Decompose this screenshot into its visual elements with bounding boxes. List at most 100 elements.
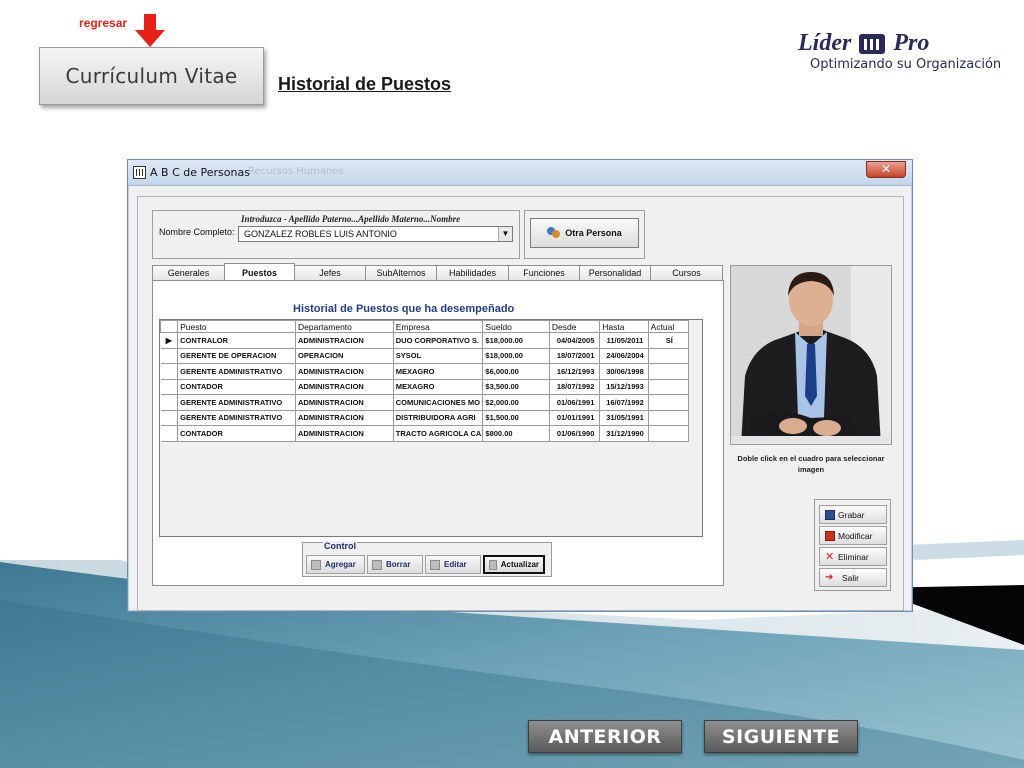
column-header-hasta[interactable]: Hasta (599, 320, 649, 333)
table-row[interactable]: GERENTE ADMINISTRATIVO ADMINISTRACION DIST… (160, 409, 690, 426)
column-header-puesto[interactable]: Puesto (177, 320, 297, 333)
table-cell[interactable]: CONTRALOR (177, 332, 297, 349)
down-arrow-icon[interactable] (134, 14, 166, 48)
tab-habilidades[interactable]: Habilidades (436, 265, 509, 281)
row-indicator[interactable] (160, 394, 179, 411)
dropdown-arrow-icon[interactable]: ▼ (498, 227, 512, 241)
table-cell[interactable]: $800.00 (482, 425, 550, 442)
table-cell[interactable]: 31/05/1991 (599, 409, 649, 426)
table-cell[interactable]: DUO CORPORATIVO S. (392, 332, 484, 349)
eliminar-button[interactable]: ✕ Eliminar (819, 547, 887, 566)
table-cell[interactable]: ADMINISTRACION (295, 378, 394, 395)
column-header-departamento[interactable]: Departamento (295, 320, 394, 333)
table-cell[interactable]: 01/01/1991 (548, 409, 601, 426)
grabar-button[interactable]: Grabar (819, 505, 887, 524)
table-cell[interactable]: GERENTE DE OPERACION (177, 347, 297, 364)
table-cell[interactable]: MEXAGRO (392, 378, 484, 395)
table-cell[interactable]: ADMINISTRACION (295, 409, 394, 426)
column-header-actual[interactable]: Actual (647, 320, 690, 333)
row-indicator[interactable] (160, 425, 179, 442)
table-cell[interactable]: GERENTE ADMINISTRATIVO (177, 394, 297, 411)
table-row[interactable]: GERENTE ADMINISTRATIVO ADMINISTRACION MEXA… (160, 363, 690, 380)
table-cell[interactable]: TRACTO AGRICOLA CA (392, 425, 484, 442)
positions-grid[interactable]: Puesto Departamento Empresa Sueldo Desde… (159, 319, 703, 537)
table-cell[interactable]: ADMINISTRACION (295, 394, 394, 411)
table-cell[interactable]: CONTADOR (177, 425, 297, 442)
table-cell[interactable] (647, 363, 690, 380)
table-cell[interactable]: 01/06/1990 (548, 425, 601, 442)
modificar-button[interactable]: Modificar (819, 526, 887, 545)
editar-button[interactable]: Editar (425, 555, 481, 574)
table-row[interactable]: CONTADOR ADMINISTRACION TRACTO AGRICOLA CA… (160, 425, 690, 442)
tab-generales[interactable]: Generales (152, 265, 225, 281)
table-cell[interactable]: 18/07/1992 (548, 378, 601, 395)
table-row[interactable]: GERENTE DE OPERACION OPERACION SYSOL $18,00… (160, 347, 690, 364)
actualizar-button[interactable]: Actualizar (483, 555, 545, 574)
table-cell[interactable]: SYSOL (392, 347, 484, 364)
table-cell[interactable]: CONTADOR (177, 378, 297, 395)
otra-persona-button[interactable]: Otra Persona (530, 218, 639, 248)
table-cell[interactable]: MEXAGRO (392, 363, 484, 380)
table-cell[interactable]: $6,000.00 (482, 363, 550, 380)
table-cell[interactable]: 31/12/1990 (599, 425, 649, 442)
table-cell[interactable]: $3,500.00 (482, 378, 550, 395)
column-header-empresa[interactable]: Empresa (392, 320, 484, 333)
row-indicator[interactable] (160, 409, 179, 426)
siguiente-button[interactable]: SIGUIENTE (704, 720, 858, 753)
table-cell[interactable]: 16/07/1992 (599, 394, 649, 411)
tab-personalidad[interactable]: Personalidad (579, 265, 651, 281)
table-cell[interactable]: OPERACION (295, 347, 394, 364)
table-row[interactable]: CONTADOR ADMINISTRACION MEXAGRO $3,500.00 18… (160, 378, 690, 395)
table-cell[interactable] (647, 394, 690, 411)
table-cell[interactable]: $18,000.00 (482, 332, 550, 349)
person-photo[interactable] (730, 265, 892, 445)
salir-button[interactable]: ➔ Salir (819, 568, 887, 587)
table-cell[interactable]: GERENTE ADMINISTRATIVO (177, 363, 297, 380)
table-cell[interactable]: 18/07/2001 (548, 347, 601, 364)
table-cell[interactable] (647, 425, 690, 442)
table-cell[interactable] (647, 409, 690, 426)
refresh-icon (489, 559, 497, 570)
table-cell[interactable]: COMUNICACIONES MO (392, 394, 484, 411)
anterior-button[interactable]: ANTERIOR (528, 720, 682, 753)
table-cell[interactable] (647, 378, 690, 395)
column-header-desde[interactable]: Desde (548, 320, 601, 333)
row-indicator[interactable] (160, 363, 179, 380)
table-cell[interactable]: ADMINISTRACION (295, 332, 394, 349)
full-name-combobox[interactable]: GONZALEZ ROBLES LUIS ANTONIO ▼ (238, 226, 513, 242)
table-cell[interactable]: DISTRIBUIDORA AGRI (392, 409, 484, 426)
table-cell[interactable]: 04/04/2005 (548, 332, 601, 349)
table-cell[interactable]: SÍ (647, 332, 690, 349)
tab-funciones[interactable]: Funciones (508, 265, 580, 281)
row-indicator[interactable] (160, 347, 179, 364)
table-row[interactable]: ▶ CONTRALOR ADMINISTRACION DUO CORPORATIVO … (160, 332, 690, 349)
agregar-button[interactable]: Agregar (306, 555, 365, 574)
tab-cursos[interactable]: Cursos (650, 265, 723, 281)
tab-puestos[interactable]: Puestos (224, 263, 295, 281)
people-icon (547, 227, 561, 239)
window-close-button[interactable]: ✕ (866, 161, 906, 178)
table-cell[interactable]: 15/12/1993 (599, 378, 649, 395)
curriculum-vitae-button[interactable]: Currículum Vitae (39, 47, 264, 105)
current-row-indicator-icon[interactable]: ▶ (160, 332, 179, 349)
row-indicator[interactable] (160, 378, 179, 395)
back-link[interactable]: regresar (79, 16, 127, 30)
tab-jefes[interactable]: Jefes (294, 265, 366, 281)
table-cell[interactable]: 24/06/2004 (599, 347, 649, 364)
table-cell[interactable]: 30/06/1998 (599, 363, 649, 380)
tab-subalternos[interactable]: SubAlternos (365, 265, 437, 281)
table-cell[interactable]: GERENTE ADMINISTRATIVO (177, 409, 297, 426)
table-cell[interactable]: 11/05/2011 (599, 332, 649, 349)
table-cell[interactable] (647, 347, 690, 364)
column-header-sueldo[interactable]: Sueldo (482, 320, 550, 333)
table-cell[interactable]: 01/06/1991 (548, 394, 601, 411)
borrar-button[interactable]: Borrar (367, 555, 423, 574)
table-cell[interactable]: $2,000.00 (482, 394, 550, 411)
table-cell[interactable]: ADMINISTRACION (295, 363, 394, 380)
window-titlebar[interactable]: A B C de Personas Recursos Humanos ✕ (128, 160, 912, 186)
table-cell[interactable]: 16/12/1993 (548, 363, 601, 380)
table-row[interactable]: GERENTE ADMINISTRATIVO ADMINISTRACION COMU… (160, 394, 690, 411)
table-cell[interactable]: ADMINISTRACION (295, 425, 394, 442)
table-cell[interactable]: $18,000.00 (482, 347, 550, 364)
table-cell[interactable]: $1,500.00 (482, 409, 550, 426)
